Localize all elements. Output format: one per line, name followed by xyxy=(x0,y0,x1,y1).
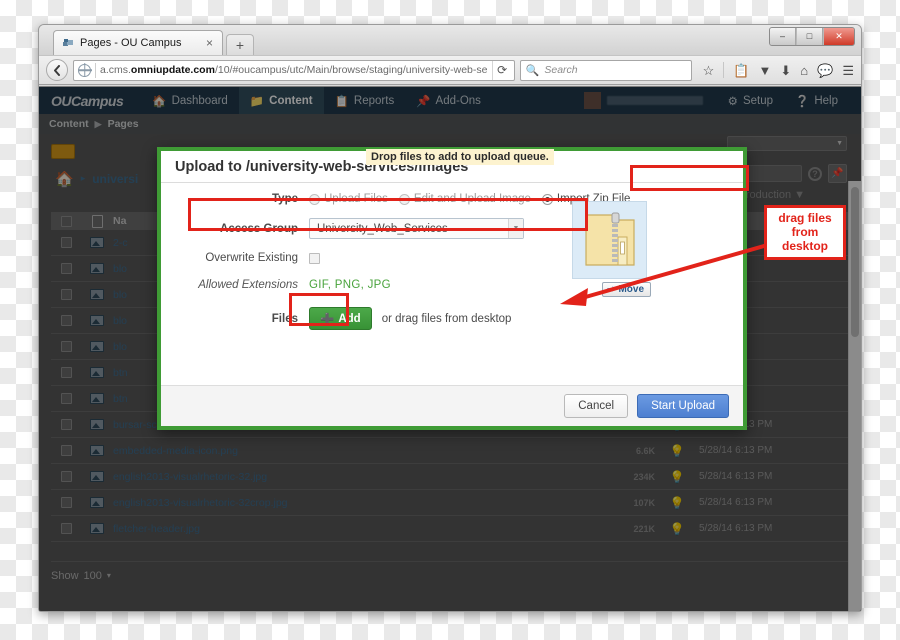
drag-files-callout: drag files from desktop xyxy=(764,205,846,260)
highlight-import-zip xyxy=(630,165,749,191)
drag-files-arrow xyxy=(0,0,900,640)
page-root: Pages - OU Campus × + – □ ✕ a.cms.omniup… xyxy=(0,0,900,640)
drag-files-callout-label: drag files from desktop xyxy=(778,211,831,253)
highlight-access-group xyxy=(188,198,588,231)
highlight-add-button xyxy=(289,293,349,326)
